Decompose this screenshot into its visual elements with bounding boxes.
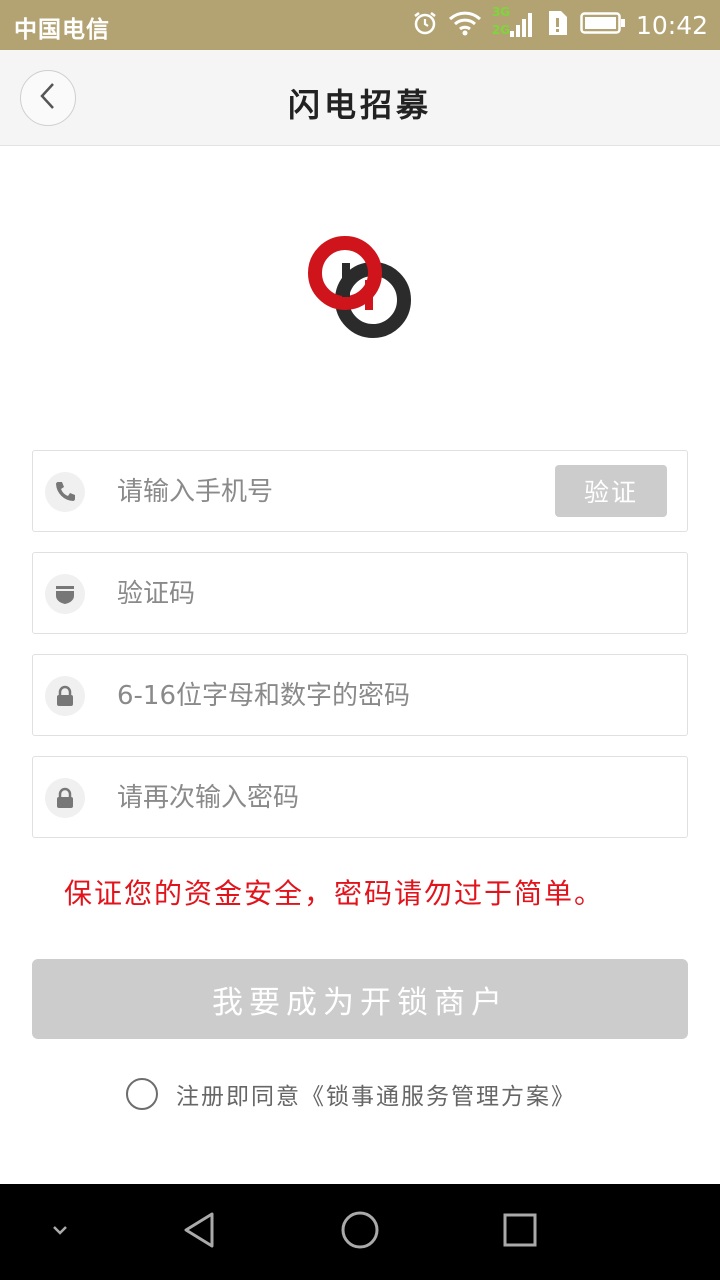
page-title: 闪电招募	[287, 86, 432, 124]
agreement-row: 注册即同意《锁事通服务管理方案》	[126, 1076, 576, 1112]
wifi-icon	[448, 10, 482, 40]
alarm-clock-icon	[412, 10, 438, 40]
verify-button[interactable]: 验证	[555, 465, 667, 517]
nav-recents-button[interactable]	[496, 1208, 544, 1256]
confirm-password-field	[32, 756, 688, 838]
verification-code-field	[32, 552, 688, 634]
shield-icon	[45, 574, 85, 614]
phone-input[interactable]	[117, 467, 537, 517]
back-triangle-icon	[180, 1210, 220, 1254]
password-warning: 保证您的资金安全，密码请勿过于简单。	[64, 877, 605, 910]
battery-icon	[580, 11, 626, 39]
carrier-name: 中国电信	[14, 17, 110, 43]
nav-hide-button[interactable]	[36, 1208, 84, 1256]
lock-icon	[45, 676, 85, 716]
phone-icon	[45, 472, 85, 512]
signal-icon: 3G 2G	[491, 5, 536, 43]
brand-logo	[305, 236, 415, 344]
phone-field: 验证	[32, 450, 688, 532]
confirm-password-input[interactable]	[117, 773, 537, 823]
app-header: 闪电招募	[0, 50, 720, 146]
chevron-down-icon	[48, 1218, 72, 1246]
become-merchant-button[interactable]: 我要成为开锁商户	[32, 959, 688, 1039]
status-time: 10:42	[635, 10, 708, 40]
network-type-top: 3G	[491, 5, 511, 19]
password-field	[32, 654, 688, 736]
sim-alert-icon	[546, 9, 570, 41]
status-bar: 中国电信 3G 2G 10:42	[0, 0, 720, 50]
network-type-bottom: 2G	[491, 23, 511, 37]
lock-icon	[45, 778, 85, 818]
home-circle-icon	[339, 1209, 381, 1255]
password-input[interactable]	[117, 671, 537, 721]
agreement-text[interactable]: 注册即同意《锁事通服务管理方案》	[176, 1077, 576, 1111]
verification-code-input[interactable]	[117, 569, 537, 619]
recents-square-icon	[501, 1211, 539, 1253]
nav-home-button[interactable]	[336, 1208, 384, 1256]
system-nav-bar	[0, 1184, 720, 1280]
nav-back-button[interactable]	[176, 1208, 224, 1256]
status-icons: 3G 2G 10:42	[412, 5, 708, 43]
agreement-checkbox[interactable]	[126, 1078, 158, 1110]
